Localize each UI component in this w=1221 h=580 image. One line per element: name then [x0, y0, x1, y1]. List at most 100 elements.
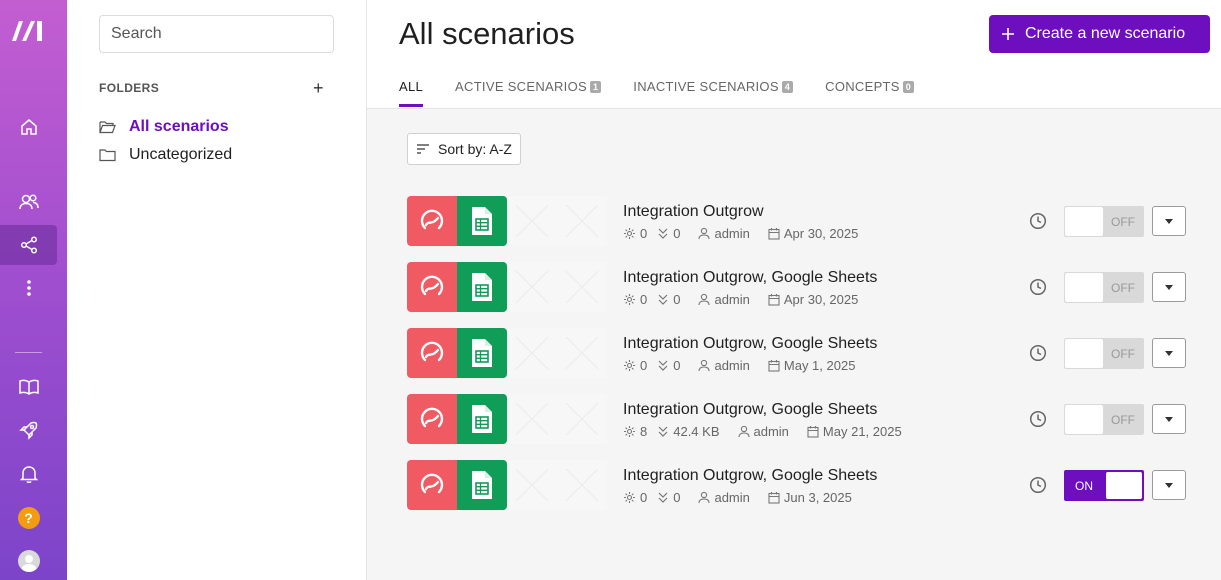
date-value: Apr 30, 2025 — [783, 292, 859, 307]
google-sheets-icon — [472, 339, 492, 367]
tab-concepts[interactable]: CONCEPTS 0 — [825, 79, 915, 106]
left-rail: ? — [0, 0, 67, 580]
clock-icon[interactable] — [1029, 278, 1047, 296]
tab-all[interactable]: ALL — [399, 79, 424, 107]
owner-stat: admin — [698, 226, 750, 241]
data-value: 0 — [673, 358, 681, 373]
empty-slot-icon — [565, 270, 599, 304]
user-icon — [698, 227, 711, 240]
scenario-name[interactable]: Integration Outgrow, Google Sheets — [623, 335, 877, 353]
scenario-toggle[interactable]: ON — [1064, 470, 1144, 501]
sort-button[interactable]: Sort by: A-Z — [407, 133, 521, 165]
caret-down-icon — [1165, 350, 1173, 356]
toggle-label: ON — [1075, 478, 1093, 493]
scenario-toggle[interactable]: OFF — [1064, 206, 1144, 237]
scenario-name[interactable]: Integration Outgrow, Google Sheets — [623, 467, 877, 485]
scenario-row[interactable]: Integration Outgrow, Google Sheets 0 0 a… — [407, 328, 1187, 378]
owner-stat: admin — [698, 292, 750, 307]
rocket-icon[interactable] — [0, 410, 57, 450]
google-sheets-icon — [472, 471, 492, 499]
toggle-knob — [1065, 339, 1103, 368]
scenario-toggle[interactable]: OFF — [1064, 338, 1144, 369]
page-title: All scenarios — [399, 16, 575, 51]
empty-slot-icon — [515, 468, 549, 502]
owner-stat: admin — [698, 358, 750, 373]
tab-active-scenarios[interactable]: ACTIVE SCENARIOS 1 — [455, 79, 602, 106]
data-stat: 0 — [657, 490, 680, 505]
gear-icon — [624, 294, 635, 305]
more-vertical-icon[interactable] — [0, 268, 57, 308]
scenario-options-button[interactable] — [1152, 470, 1186, 500]
count-badge: 0 — [902, 80, 915, 93]
data-value: 42.4 KB — [673, 424, 720, 439]
calendar-icon — [768, 228, 780, 240]
scenario-tabs: ALL ACTIVE SCENARIOS 1 INACTIVE SCENARIO… — [399, 79, 915, 107]
empty-module — [507, 394, 557, 444]
data-stat: 0 — [657, 292, 680, 307]
clock-icon[interactable] — [1029, 212, 1047, 230]
share-icon[interactable] — [0, 225, 57, 265]
scenario-row[interactable]: Integration Outgrow, Google Sheets 0 0 a… — [407, 262, 1187, 312]
folder-uncategorized[interactable]: Uncategorized — [99, 146, 232, 164]
date-stat: Apr 30, 2025 — [768, 226, 858, 241]
main-content: All scenarios Create a new scenario ALL … — [367, 0, 1221, 580]
owner-value: admin — [714, 292, 750, 307]
operations-stat: 8 — [623, 424, 647, 439]
scenario-name[interactable]: Integration Outgrow, Google Sheets — [623, 401, 877, 419]
scenario-options-button[interactable] — [1152, 272, 1186, 302]
google-sheets-module — [457, 460, 507, 510]
scenario-options-button[interactable] — [1152, 206, 1186, 236]
scenario-row[interactable]: Integration Outgrow 0 0 admin Apr 30, 20… — [407, 196, 1187, 246]
calendar-icon — [807, 426, 819, 438]
gear-icon — [624, 360, 635, 371]
operations-value: 8 — [640, 424, 648, 439]
folder-open-icon — [99, 120, 116, 134]
google-sheets-module — [457, 394, 507, 444]
users-icon[interactable] — [0, 182, 57, 222]
toggle-knob — [1065, 207, 1103, 236]
scenario-toggle[interactable]: OFF — [1064, 272, 1144, 303]
empty-module — [557, 262, 607, 312]
folder-icon — [99, 148, 116, 162]
empty-module — [557, 328, 607, 378]
help-icon[interactable]: ? — [0, 498, 57, 538]
outgrow-module — [407, 196, 457, 246]
operations-stat: 0 — [623, 226, 647, 241]
operations-stat: 0 — [623, 358, 647, 373]
tab-inactive-scenarios[interactable]: INACTIVE SCENARIOS 4 — [633, 79, 794, 106]
create-scenario-button[interactable]: Create a new scenario — [989, 15, 1210, 53]
scenario-name[interactable]: Integration Outgrow, Google Sheets — [623, 269, 877, 287]
folders-panel: FOLDERS + All scenarios Uncategorized — [67, 0, 367, 580]
clock-icon[interactable] — [1029, 344, 1047, 362]
make-logo[interactable] — [10, 17, 48, 43]
date-value: Apr 30, 2025 — [783, 226, 859, 241]
add-folder-button[interactable]: + — [313, 78, 324, 98]
caret-down-icon — [1165, 416, 1173, 422]
book-icon[interactable] — [0, 367, 57, 407]
scenario-row[interactable]: Integration Outgrow, Google Sheets 0 0 a… — [407, 460, 1187, 510]
bell-icon[interactable] — [0, 454, 57, 494]
scenario-options-button[interactable] — [1152, 404, 1186, 434]
folder-all-scenarios[interactable]: All scenarios — [99, 118, 229, 136]
clock-icon[interactable] — [1029, 476, 1047, 494]
user-icon — [698, 491, 711, 504]
toggle-label: OFF — [1111, 280, 1135, 295]
calendar-icon — [768, 360, 780, 372]
home-icon[interactable] — [0, 107, 57, 147]
scenario-name[interactable]: Integration Outgrow — [623, 203, 764, 221]
search-input[interactable] — [99, 15, 334, 53]
empty-slot-icon — [515, 402, 549, 436]
outgrow-icon — [420, 275, 444, 296]
scenario-row[interactable]: Integration Outgrow, Google Sheets 8 42.… — [407, 394, 1187, 444]
avatar[interactable] — [0, 541, 57, 580]
toggle-knob — [1106, 472, 1142, 499]
empty-slot-icon — [565, 402, 599, 436]
scenario-meta: 0 0 admin May 1, 2025 — [623, 358, 865, 373]
google-sheets-module — [457, 196, 507, 246]
google-sheets-icon — [472, 207, 492, 235]
scenario-options-button[interactable] — [1152, 338, 1186, 368]
scenario-toggle[interactable]: OFF — [1064, 404, 1144, 435]
data-value: 0 — [673, 226, 681, 241]
owner-value: admin — [714, 226, 750, 241]
clock-icon[interactable] — [1029, 410, 1047, 428]
